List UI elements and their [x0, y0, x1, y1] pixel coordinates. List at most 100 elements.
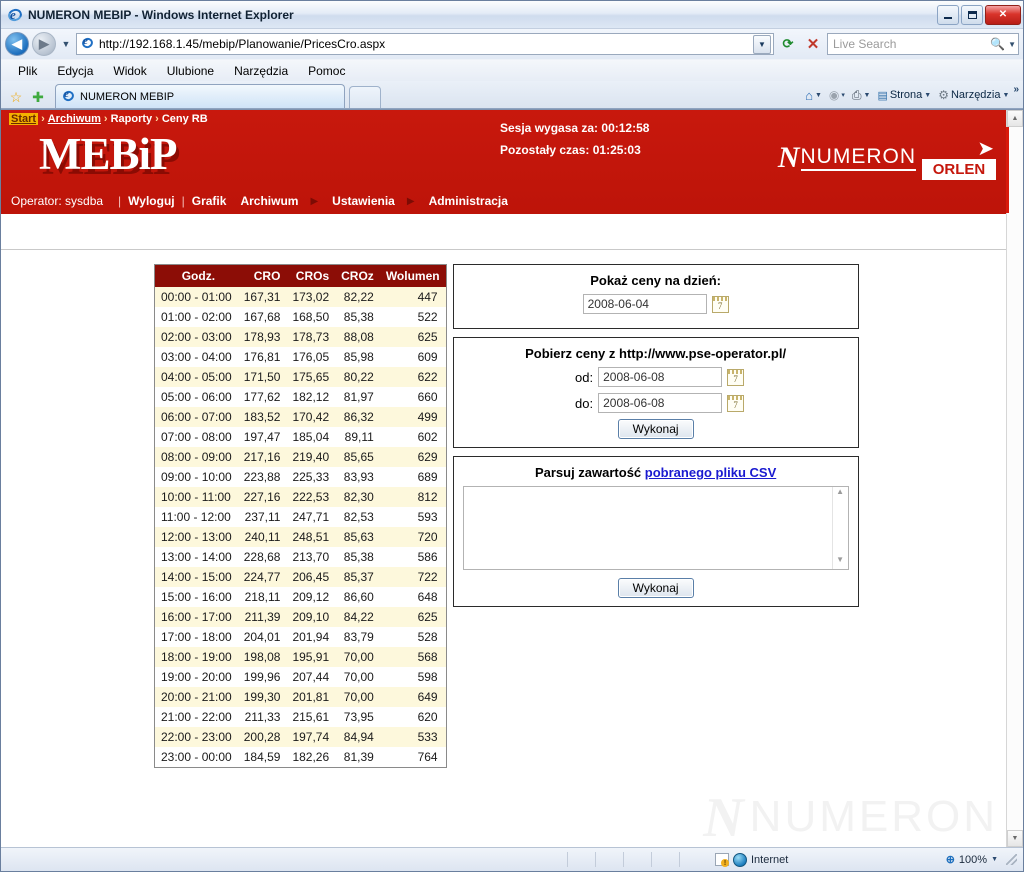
nav-item-grafik[interactable]: Grafik	[192, 194, 227, 208]
page-scrollbar[interactable]: ▲ ▼	[1006, 110, 1023, 847]
url-bar[interactable]: e http://192.168.1.45/mebip/Planowanie/P…	[76, 33, 774, 55]
content-region: N NUMERON Godz. CRO CROs CROz Wolumen 00…	[1, 250, 1006, 846]
maximize-button[interactable]	[961, 4, 983, 25]
browser-window: e NUMERON MEBIP - Windows Internet Explo…	[0, 0, 1024, 872]
print-caret-icon[interactable]: ▼	[864, 92, 871, 99]
column-header-cro[interactable]: CRO	[237, 264, 287, 287]
to-label: do:	[575, 395, 594, 411]
security-zone[interactable]: ! Internet	[715, 852, 788, 867]
home-button[interactable]: ⌂ ▼	[802, 88, 825, 103]
menu-plik[interactable]: Plik	[9, 62, 46, 80]
menu-edycja[interactable]: Edycja	[48, 62, 102, 80]
breadcrumb-item-raporty[interactable]: Raporty	[111, 113, 153, 125]
back-button[interactable]: ◀	[5, 32, 29, 56]
page-caret-icon[interactable]: ▼	[924, 92, 931, 99]
feeds-caret-icon[interactable]: ▾	[841, 91, 845, 99]
tools-menu-label: Narzędzia	[950, 89, 1001, 101]
column-header-croz[interactable]: CROz	[335, 264, 380, 287]
breadcrumb-separator: ›	[155, 113, 159, 125]
tab-numeron-mebip[interactable]: e NUMERON MEBIP	[55, 84, 345, 108]
search-input[interactable]: Live Search 🔍 ▼	[827, 33, 1019, 55]
zoom-caret-icon[interactable]: ▼	[991, 856, 998, 863]
scroll-up-icon[interactable]: ▲	[1007, 110, 1023, 127]
feeds-icon: ◉	[828, 88, 840, 102]
breadcrumb: Start › Archiwum › Raporty › Ceny RB	[9, 113, 208, 125]
resize-grip[interactable]	[1006, 854, 1017, 865]
nav-item-archiwum[interactable]: Archiwum	[240, 194, 298, 208]
download-prices-title: Pobierz ceny z http://www.pse-operator.p…	[525, 346, 787, 361]
status-segments	[567, 852, 707, 867]
scroll-down-icon[interactable]: ▼	[1007, 830, 1023, 847]
from-date-input[interactable]	[598, 367, 723, 387]
scroll-up-icon[interactable]: ▲	[833, 487, 848, 501]
new-tab-button[interactable]	[349, 86, 381, 108]
forward-button[interactable]: ▶	[32, 32, 56, 56]
column-header-cros[interactable]: CROs	[286, 264, 336, 287]
zoom-control[interactable]: ⊕ 100% ▼	[946, 853, 1023, 866]
tools-caret-icon[interactable]: ▼	[1003, 92, 1010, 99]
breadcrumb-start[interactable]: Start	[9, 113, 39, 125]
nav-item-administracja[interactable]: Administracja	[429, 194, 508, 208]
calendar-icon[interactable]: 7	[727, 394, 745, 412]
stop-icon[interactable]: ✕	[802, 33, 824, 55]
session-remaining-label: Pozostały czas:	[500, 143, 590, 157]
feeds-button[interactable]: ◉ ▾	[826, 88, 848, 102]
close-button[interactable]: ✕	[985, 4, 1021, 25]
to-date-input[interactable]	[598, 393, 723, 413]
csv-scrollbar[interactable]: ▲ ▼	[831, 487, 848, 569]
csv-textarea-wrapper[interactable]: ▲ ▼	[462, 486, 849, 570]
title-bar: e NUMERON MEBIP - Windows Internet Explo…	[1, 1, 1023, 29]
cell-wolumen: 622	[379, 367, 447, 387]
calendar-icon[interactable]: 7	[711, 295, 729, 313]
cell-godz: 02:00 - 03:00	[154, 327, 238, 347]
cell-cro: 204,01	[237, 627, 287, 647]
prices-table: Godz. CRO CROs CROz Wolumen 00:00 - 01:0…	[154, 264, 447, 768]
menu-narzedzia[interactable]: Narzędzia	[225, 62, 297, 80]
page-menu-button[interactable]: ▤ Strona ▼	[874, 89, 934, 102]
download-execute-button[interactable]: Wykonaj	[617, 419, 694, 439]
cell-godz: 06:00 - 07:00	[154, 407, 238, 427]
refresh-icon[interactable]: ⟳	[777, 33, 799, 55]
tools-menu-button[interactable]: ⚙ Narzędzia ▼	[935, 88, 1012, 102]
cell-cro: 224,77	[237, 567, 287, 587]
add-to-favorites-icon[interactable]: ✚	[29, 86, 47, 108]
downloaded-csv-link[interactable]: pobranego pliku CSV	[645, 465, 776, 480]
cell-cro: 177,62	[237, 387, 287, 407]
page-menu-label: Strona	[889, 89, 923, 101]
menu-widok[interactable]: Widok	[104, 62, 155, 80]
minimize-button[interactable]	[937, 4, 959, 25]
nav-item-ustawienia[interactable]: Ustawienia	[332, 194, 395, 208]
csv-textarea[interactable]	[464, 487, 832, 569]
search-icon[interactable]: 🔍	[990, 37, 1005, 51]
menu-bar: Plik Edycja Widok Ulubione Narzędzia Pom…	[1, 59, 1023, 81]
menu-pomoc[interactable]: Pomoc	[299, 62, 354, 80]
scroll-down-icon[interactable]: ▼	[833, 555, 848, 569]
calendar-icon[interactable]: 7	[727, 368, 745, 386]
table-row: 07:00 - 08:00 197,47 185,04 89,11 602	[154, 427, 447, 447]
column-header-wolumen[interactable]: Wolumen	[379, 264, 447, 287]
show-prices-date-input[interactable]	[582, 294, 707, 314]
table-row: 16:00 - 17:00 211,39 209,10 84,22 625	[154, 607, 447, 627]
nav-arrow-icon: ▶	[310, 195, 319, 207]
url-dropdown-icon[interactable]: ▼	[753, 34, 771, 54]
scrollbar-track[interactable]	[1006, 127, 1023, 830]
logout-link[interactable]: Wyloguj	[128, 194, 174, 208]
favorites-center-icon[interactable]: ☆	[7, 86, 25, 108]
table-row: 21:00 - 22:00 211,33 215,61 73,95 620	[154, 707, 447, 727]
breadcrumb-item-ceny-rb: Ceny RB	[161, 113, 208, 125]
history-dropdown-icon[interactable]: ▼	[59, 39, 73, 49]
breadcrumb-item-archiwum[interactable]: Archiwum	[48, 113, 101, 125]
cell-cro: 240,11	[237, 527, 287, 547]
cell-wolumen: 625	[379, 607, 447, 627]
column-header-godz[interactable]: Godz.	[154, 264, 238, 287]
print-button[interactable]: ⎙ ▼	[849, 88, 874, 103]
cell-cros: 248,51	[286, 527, 336, 547]
parse-csv-execute-button[interactable]: Wykonaj	[617, 578, 694, 598]
search-provider-caret-icon[interactable]: ▼	[1008, 40, 1016, 49]
home-caret-icon[interactable]: ▼	[815, 92, 822, 99]
toolbar-overflow-icon[interactable]: »	[1013, 82, 1019, 95]
cell-croz: 85,63	[335, 527, 380, 547]
cell-cros: 215,61	[286, 707, 336, 727]
menu-ulubione[interactable]: Ulubione	[158, 62, 223, 80]
address-bar: ◀ ▶ ▼ e http://192.168.1.45/mebip/Planow…	[1, 29, 1023, 59]
